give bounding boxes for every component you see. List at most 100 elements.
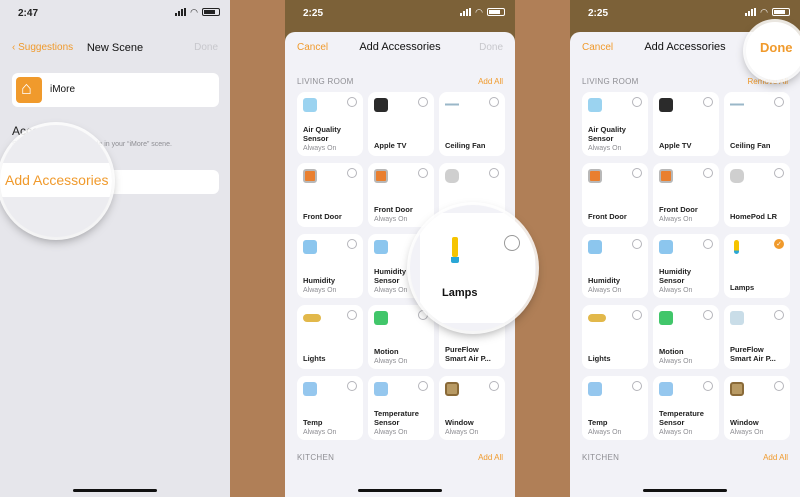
accessory-status: Always On [374,216,408,223]
select-radio[interactable] [418,168,428,178]
select-radio[interactable] [774,381,784,391]
kitchen-add-all-button[interactable]: Add All [763,453,788,462]
select-radio[interactable] [632,97,642,107]
accessory-tile[interactable]: Apple TV [653,92,719,156]
accessory-name: Air Quality Sensor [303,125,341,143]
accessory-tile[interactable]: Ceiling Fan [439,92,505,156]
accessory-tile[interactable]: Front Door Always On [653,163,719,227]
select-radio[interactable] [418,97,428,107]
door-icon [303,169,317,183]
accessory-tile[interactable]: Temperature Sensor Always On [368,376,434,440]
accessory-tile[interactable]: Motion Always On [653,305,719,369]
accessory-tile[interactable]: Lights [582,305,648,369]
done-button[interactable]: Done [194,42,218,53]
select-radio[interactable] [347,97,357,107]
done-button[interactable]: Done [479,42,503,53]
select-radio[interactable] [347,310,357,320]
accessory-tile[interactable]: Temp Always On [582,376,648,440]
done-button[interactable]: Done [760,40,793,55]
select-radio[interactable] [703,168,713,178]
door-icon [374,169,388,183]
select-radio[interactable] [703,381,713,391]
select-radio[interactable] [632,239,642,249]
accessory-grid: Air Quality Sensor Always On Apple TV Ceili… [582,92,790,440]
lamps-label: Lamps [442,287,478,299]
accessory-name: Apple TV [659,141,692,150]
door-icon [659,169,673,183]
lamps-tile-zoomed[interactable]: Lamps [420,213,535,323]
status-time: 2:47 [18,8,39,19]
accessory-name: Window [730,418,759,427]
humidity-icon [588,240,602,254]
status-bar: 2:47 ◠ [0,0,230,26]
select-radio[interactable] [347,239,357,249]
select-radio[interactable] [774,97,784,107]
select-radio[interactable] [418,381,428,391]
magnifier-add-accessories: Add Accessories [0,125,112,237]
accessory-name: Temp [588,418,608,427]
select-radio[interactable] [632,310,642,320]
accessory-tile[interactable]: Window Always On [439,376,505,440]
select-radio[interactable] [774,310,784,320]
accessory-name: Temp [303,418,323,427]
section-living-room: LIVING ROOM [582,77,639,86]
accessory-name: Motion [659,347,684,356]
checkmark-icon[interactable]: ✓ [774,239,784,249]
lights-icon [588,314,606,322]
select-radio[interactable] [632,381,642,391]
signal-icon [745,8,757,16]
accessory-tile[interactable]: ✓ Lamps [724,234,790,298]
kitchen-add-all-button[interactable]: Add All [478,453,503,462]
home-indicator [643,489,727,492]
battery-icon [202,8,220,16]
accessory-tile[interactable]: Temp Always On [297,376,363,440]
accessory-tile[interactable]: Air Quality Sensor Always On [297,92,363,156]
select-radio[interactable] [703,97,713,107]
accessory-status: Always On [659,358,693,365]
accessory-tile[interactable]: Temperature Sensor Always On [653,376,719,440]
lamp-icon [451,237,459,263]
humidity-icon [659,240,673,254]
accessory-tile[interactable]: HomePod LR [724,163,790,227]
select-radio[interactable] [489,168,499,178]
select-radio[interactable] [774,168,784,178]
accessory-status: Always On [303,429,337,436]
accessory-tile[interactable]: Humidity Sensor Always On [653,234,719,298]
select-radio[interactable] [347,168,357,178]
signal-icon [175,8,187,16]
apple-tv-icon [659,98,673,112]
home-row[interactable]: iMore [12,73,219,107]
ceiling-fan-icon [445,98,459,112]
select-radio[interactable] [703,239,713,249]
accessory-tile[interactable]: Humidity Always On [582,234,648,298]
air-purifier-icon [730,311,744,325]
select-radio[interactable] [632,168,642,178]
select-radio[interactable] [504,235,520,251]
thermometer-icon [588,382,602,396]
accessory-name: Ceiling Fan [445,141,486,150]
select-radio[interactable] [489,381,499,391]
accessory-tile[interactable]: Humidity Always On [297,234,363,298]
accessory-tile[interactable]: Apple TV [368,92,434,156]
accessory-status: Always On [659,429,693,436]
accessory-tile[interactable]: Ceiling Fan [724,92,790,156]
humidity-icon [374,240,388,254]
accessory-name: Humidity [303,276,336,285]
accessory-name: Lights [588,354,611,363]
select-radio[interactable] [347,381,357,391]
accessory-tile[interactable]: Window Always On [724,376,790,440]
add-all-button[interactable]: Add All [478,77,503,86]
home-icon [16,77,42,103]
accessory-tile[interactable]: Lights [297,305,363,369]
homepod-icon [730,169,744,183]
select-radio[interactable] [489,97,499,107]
accessory-status: Always On [588,145,622,152]
add-accessories-button[interactable]: Add Accessories [5,172,109,188]
accessory-tile[interactable]: Front Door [297,163,363,227]
accessory-status: Always On [374,358,408,365]
accessory-tile[interactable]: PureFlow Smart Air P... [724,305,790,369]
select-radio[interactable] [703,310,713,320]
accessory-name: Motion [374,347,399,356]
accessory-tile[interactable]: Front Door [582,163,648,227]
accessory-tile[interactable]: Air Quality Sensor Always On [582,92,648,156]
